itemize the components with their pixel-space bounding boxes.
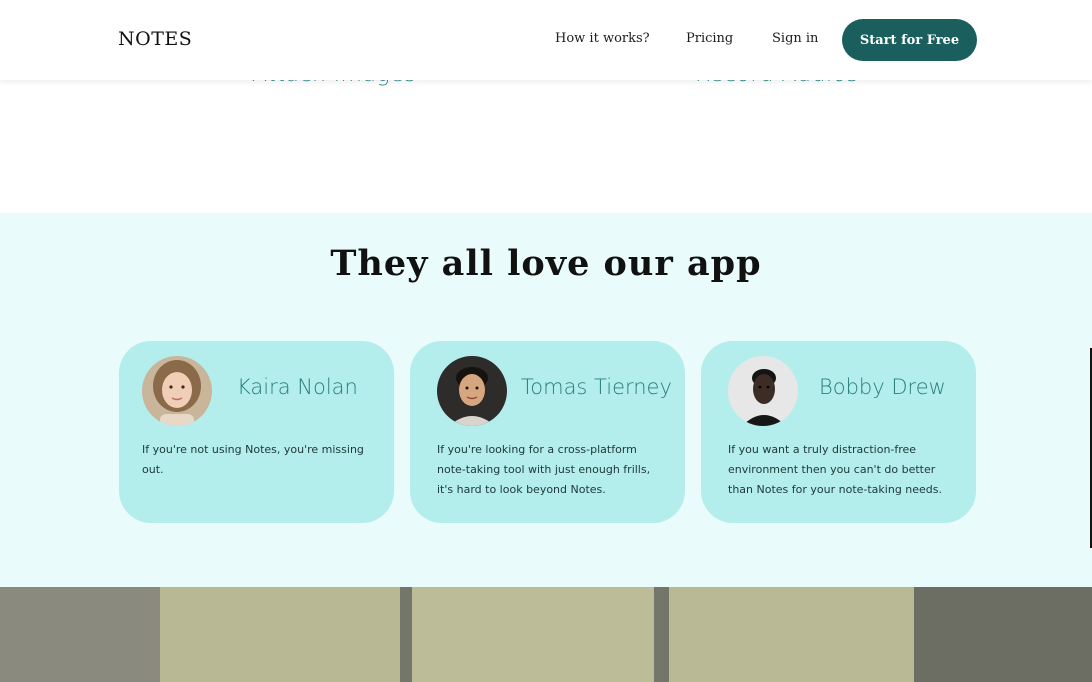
sticky-note-image <box>669 587 914 682</box>
nav-how-it-works-link[interactable]: How it works? <box>555 31 650 46</box>
testimonial-name: Tomas Tierney <box>521 375 672 399</box>
testimonial-quote: If you're not using Notes, you're missin… <box>142 443 364 476</box>
start-for-free-button[interactable]: Start for Free <box>842 19 977 61</box>
avatar-kaira-nolan <box>142 356 212 426</box>
photo-shadow-right <box>914 587 1092 682</box>
testimonial-quote: If you're looking for a cross-platform n… <box>437 443 651 496</box>
testimonials-section: They all love our app Kaira Nolan If you… <box>0 213 1092 587</box>
testimonial-name: Kaira Nolan <box>237 375 358 399</box>
logo[interactable]: NOTES <box>118 28 192 50</box>
testimonial-quote: If you want a truly distraction-free env… <box>728 443 943 496</box>
testimonial-card: Bobby Drew If you want a truly distracti… <box>701 341 976 523</box>
photo-gap <box>400 587 412 682</box>
testimonial-card: Kaira Nolan If you're not using Notes, y… <box>119 341 394 523</box>
sticky-note-image <box>412 587 654 682</box>
photo-gap <box>654 587 669 682</box>
avatar-bobby-drew <box>728 356 798 426</box>
site-header: NOTES How it works? Pricing Sign in Star… <box>0 0 1092 80</box>
nav-pricing-link[interactable]: Pricing <box>686 31 733 46</box>
hero-photo-band <box>0 587 1092 682</box>
photo-shadow-left <box>0 587 160 682</box>
avatar-tomas-tierney <box>437 356 507 426</box>
testimonial-name: Bobby Drew <box>819 375 946 399</box>
testimonials-title: They all love our app <box>330 243 762 284</box>
nav-sign-in-link[interactable]: Sign in <box>772 31 818 46</box>
testimonial-card: Tomas Tierney If you're looking for a cr… <box>410 341 685 523</box>
sticky-note-image <box>160 587 400 682</box>
